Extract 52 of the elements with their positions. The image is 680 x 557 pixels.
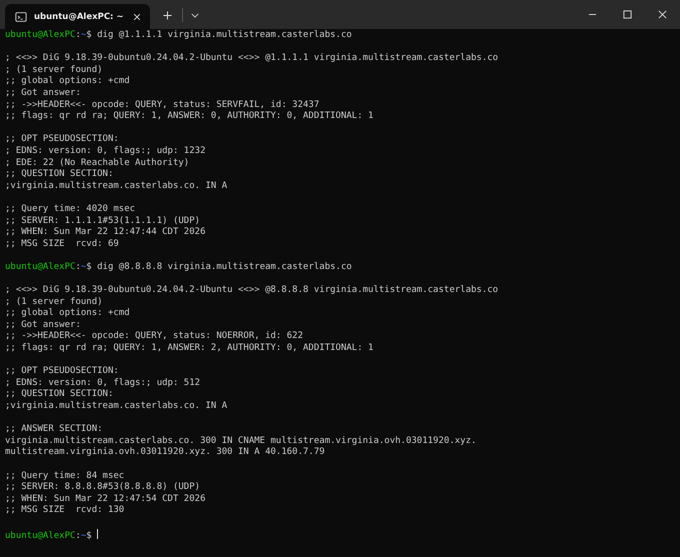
output-line: ; EDE: 22 (No Reachable Authority) [5, 158, 190, 168]
output-line: ;; MSG SIZE rcvd: 69 [5, 238, 119, 249]
output-line: ; EDNS: version: 0, flags:; udp: 512 [5, 378, 200, 388]
prompt-path: ~ [80, 262, 86, 272]
output-line: ;; QUESTION SECTION: [5, 169, 114, 180]
output-line: ;; flags: qr rd ra; QUERY: 1, ANSWER: 0, AUTHORITY: 0, ADDITIONAL: 1 [5, 111, 374, 122]
output-line: ;; OPT PSEUDOSECTION: [5, 366, 119, 376]
prompt-separator: : [75, 530, 81, 541]
command-text: $ dig @8.8.8.8 virginia.multistream.casterlabs.co [86, 262, 352, 272]
terminal-icon [15, 10, 27, 22]
prompt-path: ~ [80, 530, 86, 541]
output-line: ; <<>> DiG 9.18.39-0ubuntu0.24.04.2-Ubuntu <<>> @1.1.1.1 virginia.multistream.casterlabs.co [5, 53, 498, 64]
output-line: ;; Got answer: [5, 320, 81, 330]
prompt-user: ubuntu@AlexPC [5, 30, 76, 40]
output-line: ;; ANSWER SECTION: [5, 424, 103, 434]
output-line: ;; ->>HEADER<<- opcode: QUERY, status: NOERROR, id: 622 [5, 331, 304, 342]
output-line: ;; WHEN: Sun Mar 22 12:47:44 CDT 2026 [5, 227, 206, 238]
output-line: ;; flags: qr rd ra; QUERY: 1, ANSWER: 2, AUTHORITY: 0, ADDITIONAL: 1 [5, 343, 374, 354]
prompt-user: ubuntu@AlexPC [5, 262, 76, 272]
prompt-path: ~ [80, 30, 86, 40]
prompt-user: ubuntu@AlexPC [5, 530, 76, 541]
output-line: ; EDNS: version: 0, flags:; udp: 1232 [5, 146, 206, 156]
output-line: ;; WHEN: Sun Mar 22 12:47:54 CDT 2026 [5, 494, 206, 504]
command-text: $ dig @1.1.1.1 virginia.multistream.casterlabs.co [86, 30, 352, 40]
output-line: ;; global options: +cmd [5, 76, 130, 86]
output-line: ;; SERVER: 8.8.8.8#53(8.8.8.8) (UDP) [5, 482, 200, 492]
command-text: $ [86, 530, 92, 541]
output-line: multistream.virginia.ovh.03011920.xyz. 300 IN A 40.160.7.79 [5, 447, 325, 458]
output-line: ;; ->>HEADER<<- opcode: QUERY, status: SERVFAIL, id: 32437 [5, 100, 320, 110]
output-line: ;; QUESTION SECTION: [5, 389, 114, 400]
prompt-separator: : [75, 262, 81, 272]
tab-title: ubuntu@AlexPC: ~ [34, 12, 125, 22]
dropdown-chevron-icon[interactable] [191, 13, 199, 18]
new-tab-icon[interactable] [163, 11, 172, 20]
output-line: virginia.multistream.casterlabs.co. 300 IN CNAME multistream.virginia.ovh.03011920.xyz. [5, 436, 476, 446]
close-tab-icon[interactable] [133, 12, 141, 20]
terminal-tab[interactable]: ubuntu@AlexPC: ~ [5, 4, 150, 29]
output-line: ;; Query time: 84 msec [5, 470, 124, 481]
maximize-icon[interactable] [623, 10, 632, 19]
output-line: ;; OPT PSEUDOSECTION: [5, 134, 119, 144]
output-line: ;; MSG SIZE rcvd: 130 [5, 505, 124, 516]
output-line: ;; SERVER: 1.1.1.1#53(1.1.1.1) (UDP) [5, 216, 200, 226]
output-line: ;; global options: +cmd [5, 308, 130, 318]
output-line: ; (1 server found) [5, 296, 103, 307]
output-line: ;; Query time: 4020 msec [5, 204, 136, 214]
output-line: ; (1 server found) [5, 64, 103, 75]
output-line: ;virginia.multistream.casterlabs.co. IN A [5, 401, 228, 411]
close-icon[interactable] [658, 10, 667, 19]
output-line: ;; Got answer: [5, 88, 81, 98]
output-line: ;virginia.multistream.casterlabs.co. IN A [5, 180, 228, 191]
output-line: ; <<>> DiG 9.18.39-0ubuntu0.24.04.2-Ubuntu <<>> @8.8.8.8 virginia.multistream.casterlabs.co [5, 285, 498, 296]
prompt-separator: : [75, 30, 81, 40]
